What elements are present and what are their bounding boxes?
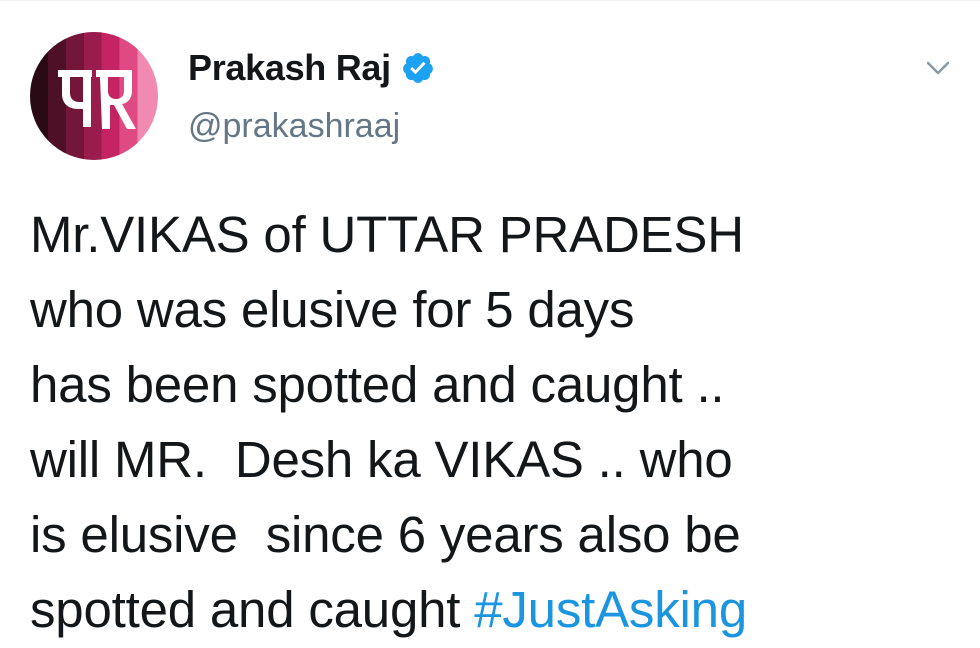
tweet-text: Mr.VIKAS of UTTAR PRADESH who was elusiv…: [30, 197, 960, 647]
tweet-line: who was elusive for 5 days: [30, 281, 635, 338]
tweet-line: will MR. Desh ka VIKAS .. who: [30, 431, 733, 488]
tweet-line: has been spotted and caught ..: [30, 356, 725, 413]
hashtag-link[interactable]: #JustAsking: [474, 581, 747, 638]
tweet-line: is elusive since 6 years also be: [30, 506, 741, 563]
tweet-header: Prakash Raj @prakashraaj: [188, 45, 435, 146]
prakash-raj-logo-icon: [58, 70, 136, 129]
user-handle[interactable]: @prakashraaj: [188, 107, 435, 146]
display-name[interactable]: Prakash Raj: [188, 47, 391, 89]
avatar[interactable]: [30, 32, 158, 160]
tweet-line: Mr.VIKAS of UTTAR PRADESH: [30, 206, 744, 263]
tweet-line-text: spotted and caught: [30, 581, 475, 638]
tweet-card: Prakash Raj @prakashraaj Mr.VIKAS of UTT…: [0, 0, 980, 648]
name-row: Prakash Raj: [188, 45, 435, 91]
verified-badge-icon: [401, 51, 435, 85]
chevron-down-icon[interactable]: [923, 53, 953, 83]
tweet-line-last: spotted and caught #JustAsking: [30, 572, 960, 647]
